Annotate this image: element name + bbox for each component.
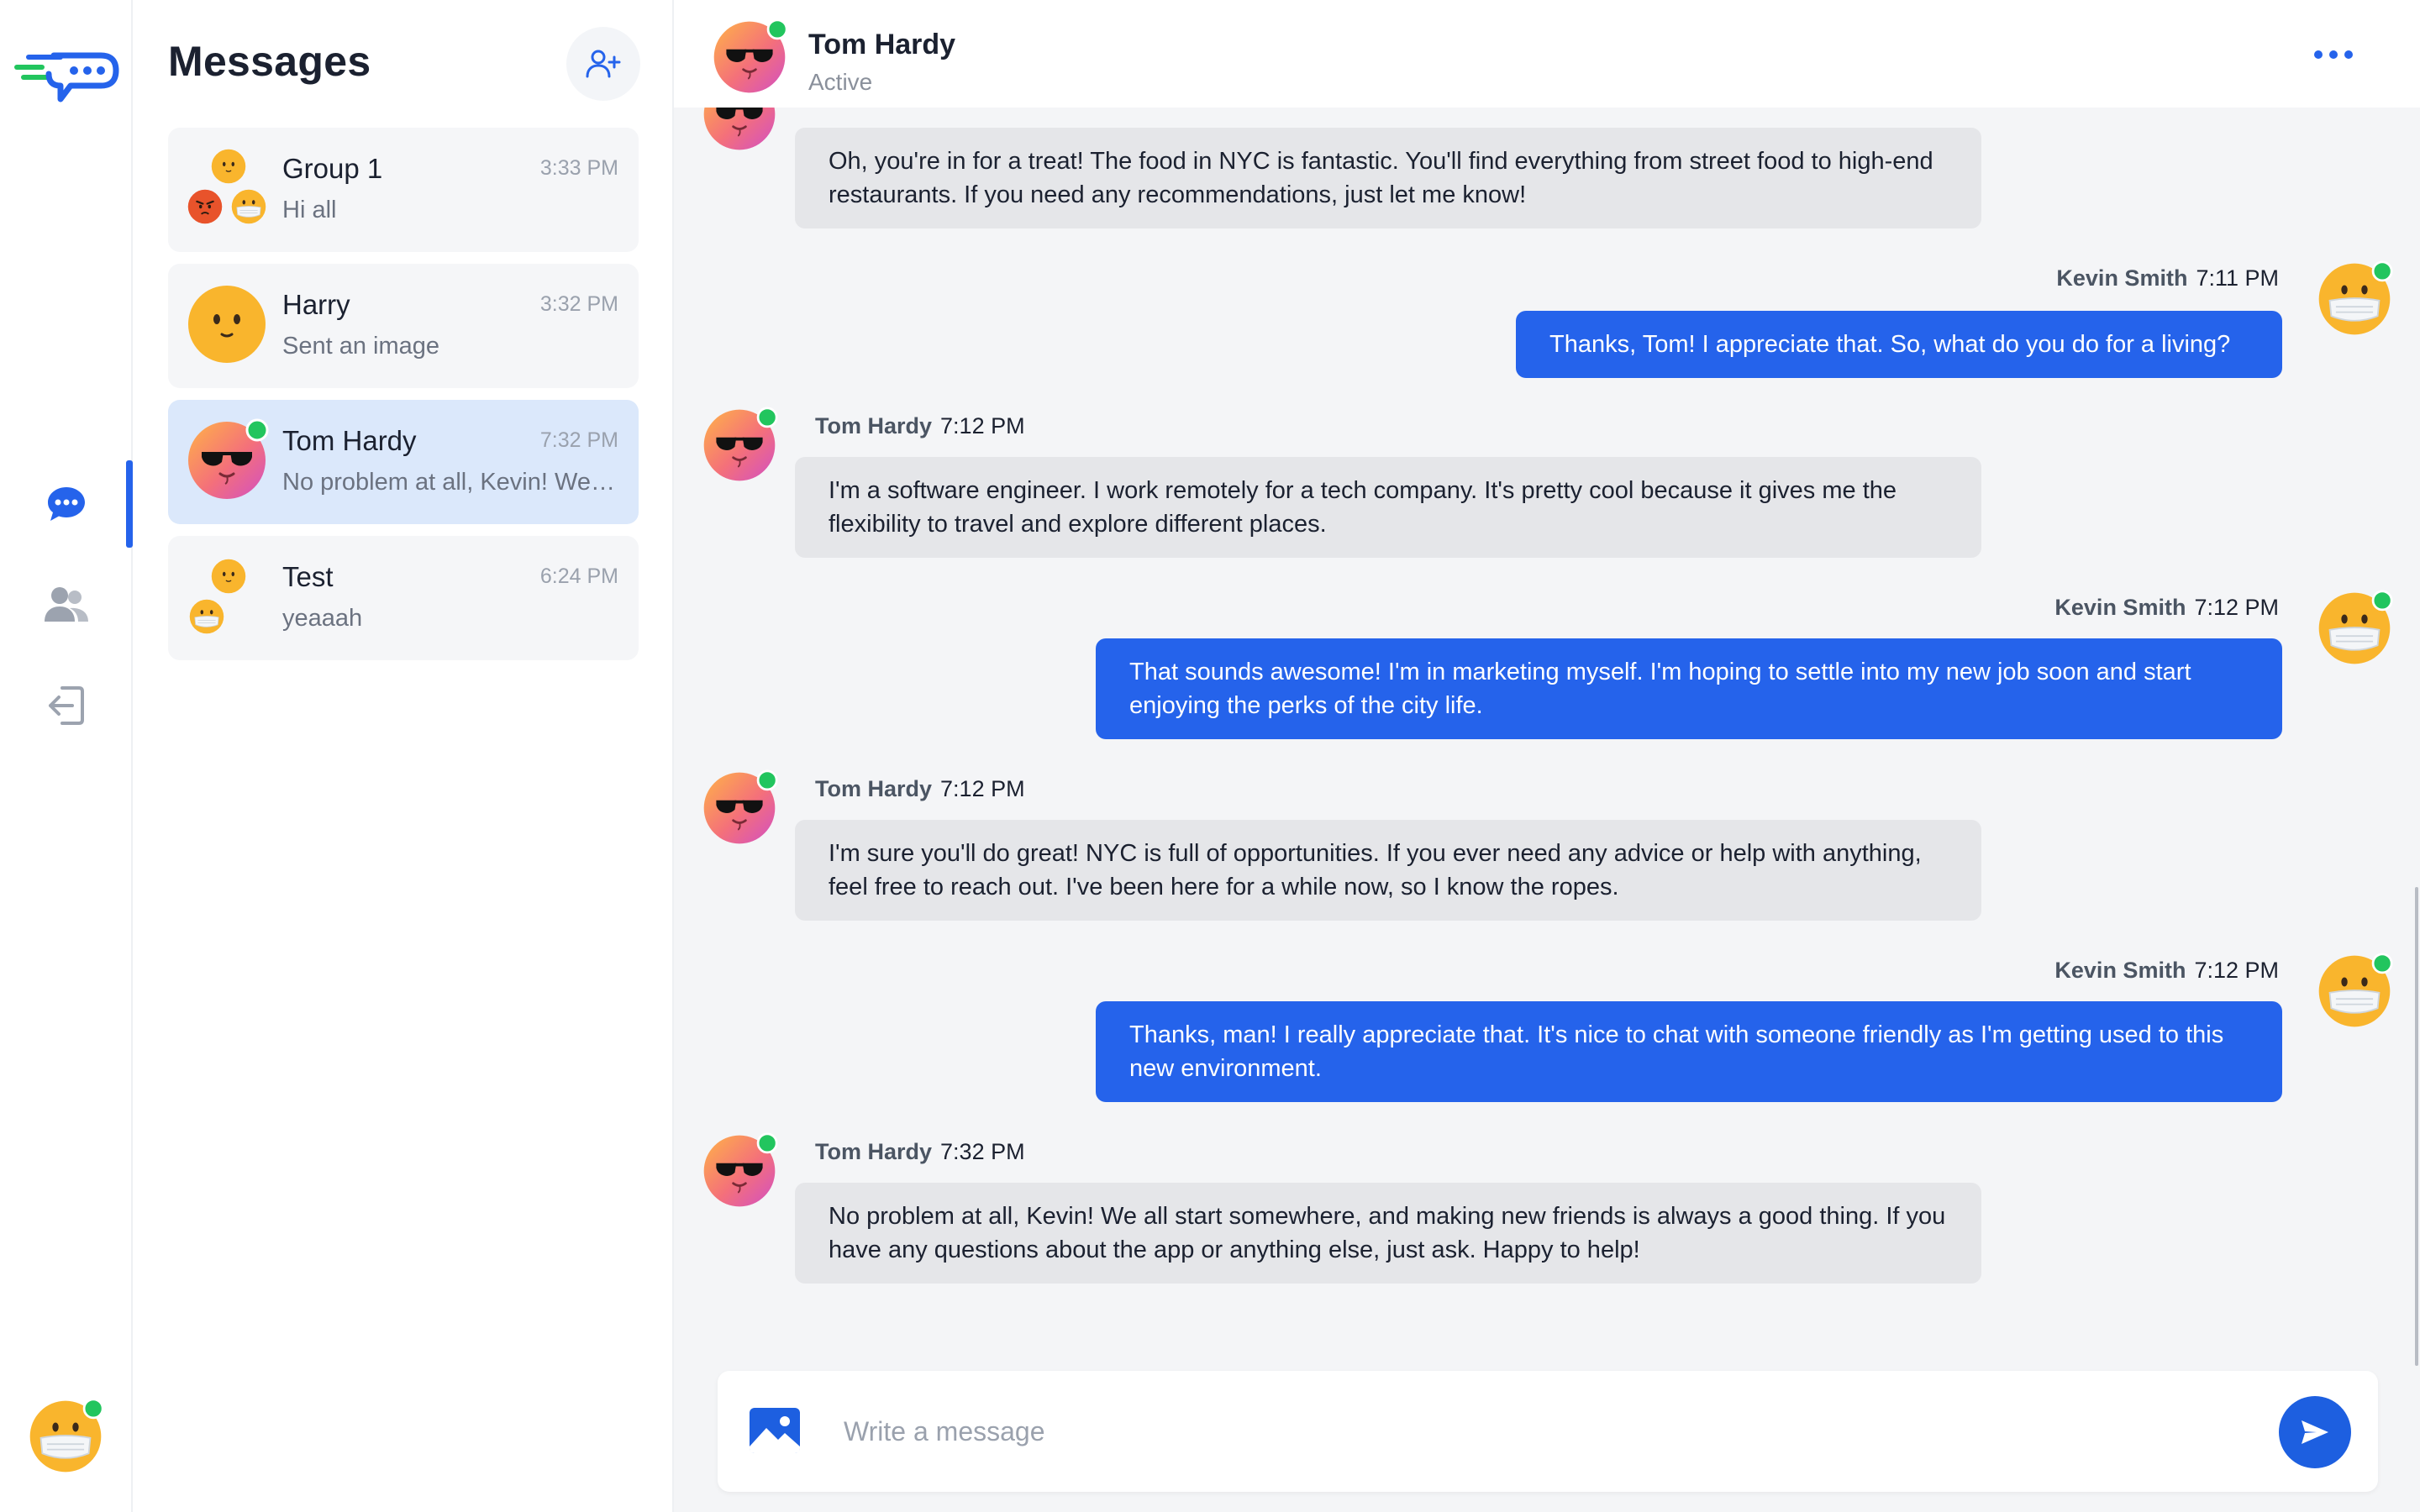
conversation-name: Group 1 [282,153,383,184]
avatar [185,418,269,502]
send-icon [2302,1420,2328,1444]
message-meta: Kevin Smith 7:12 PM [2054,958,2279,984]
avatar [2316,590,2393,667]
sender-name: Kevin Smith [2054,958,2186,983]
chat-panel: Oh, you're in for a treat! The food in N… [672,0,2420,1512]
message-meta: Tom Hardy 7:32 PM [815,1139,1025,1165]
group-avatar [187,149,266,225]
group-avatar [189,559,246,634]
conversation-name: Tom Hardy [282,425,417,456]
conversation-item[interactable]: Test 6:24 PM yeaaah [168,536,639,660]
logout-icon [49,686,84,725]
avatar [701,407,778,484]
nav-chats[interactable] [0,460,133,548]
sender-name: Kevin Smith [2056,265,2188,291]
more-dots-icon [2329,50,2338,59]
conversation-time: 6:24 PM [539,564,618,588]
message-time: 7:12 PM [2194,595,2279,620]
left-rail [0,0,133,1512]
message-bubble-incoming: I'm a software engineer. I work remotely… [795,457,1981,558]
chat-bubble-icon [48,487,85,521]
message-bubble-outgoing: Thanks, man! I really appreciate that. I… [1096,1001,2282,1102]
sender-name: Tom Hardy [815,1139,933,1164]
conversation-time: 3:33 PM [539,156,618,180]
message-time: 7:12 PM [940,776,1025,801]
message-bubble-outgoing: Thanks, Tom! I appreciate that. So, what… [1516,311,2282,378]
message-bubble-incoming: No problem at all, Kevin! We all start s… [795,1183,1981,1284]
image-icon[interactable] [748,1406,802,1457]
message-meta: Kevin Smith 7:11 PM [2056,265,2279,291]
message-meta: Kevin Smith 7:12 PM [2054,595,2279,621]
avatar [2316,260,2393,338]
message-bubble-incoming: Oh, you're in for a treat! The food in N… [795,128,1981,228]
more-dots-icon [2344,50,2353,59]
sender-name: Tom Hardy [815,776,933,801]
more-options-button[interactable] [2314,42,2373,67]
add-contact-button[interactable] [566,27,640,101]
message-meta: Tom Hardy 7:12 PM [815,413,1025,439]
contact-name: Tom Hardy [808,29,956,60]
chat-header: Tom Hardy Active [674,0,2420,108]
chat-logo-icon[interactable] [12,49,119,108]
avatar [701,1132,778,1210]
scrollbar[interactable] [2415,887,2418,1366]
conversation-name: Test [282,561,334,592]
message-time: 7:12 PM [940,413,1025,438]
message-time: 7:11 PM [2196,265,2279,291]
conversation-item-active[interactable]: Tom Hardy 7:32 PM No problem at all, Kev… [168,400,639,524]
message-input[interactable] [844,1401,2230,1462]
nav-contacts[interactable] [0,561,133,648]
message-meta: Tom Hardy 7:12 PM [815,776,1025,802]
conversation-preview: Sent an image [282,333,440,360]
users-icon [45,587,88,622]
current-user-avatar[interactable] [27,1398,104,1475]
conversation-preview: No problem at all, Kevin! We all start s… [282,469,618,496]
send-button[interactable] [2279,1396,2351,1468]
contact-avatar[interactable] [711,18,788,96]
sender-name: Tom Hardy [815,413,933,438]
avatar [185,282,269,366]
conversation-preview: Hi all [282,197,337,223]
add-user-icon [586,50,621,78]
conversation-preview: yeaaah [282,605,363,632]
nav-logout[interactable] [0,662,133,749]
message-time: 7:32 PM [940,1139,1025,1164]
message-bubble-incoming: I'm sure you'll do great! NYC is full of… [795,820,1981,921]
message-composer [718,1371,2378,1492]
sender-name: Kevin Smith [2054,595,2186,620]
conversation-item[interactable]: Group 1 3:33 PM Hi all [168,128,639,252]
message-bubble-outgoing: That sounds awesome! I'm in marketing my… [1096,638,2282,739]
page-title: Messages [168,38,371,85]
conversation-time: 7:32 PM [539,428,618,452]
conversation-item[interactable]: Harry 3:32 PM Sent an image [168,264,639,388]
avatar [701,769,778,847]
conversation-name: Harry [282,289,350,320]
more-dots-icon [2314,50,2323,59]
contact-status: Active [808,69,873,95]
conversation-time: 3:32 PM [539,292,618,316]
message-time: 7:12 PM [2194,958,2279,983]
conversation-list: Messages Group 1 3:33 PM Hi all Harry 3:… [133,0,672,1512]
avatar [2316,953,2393,1030]
